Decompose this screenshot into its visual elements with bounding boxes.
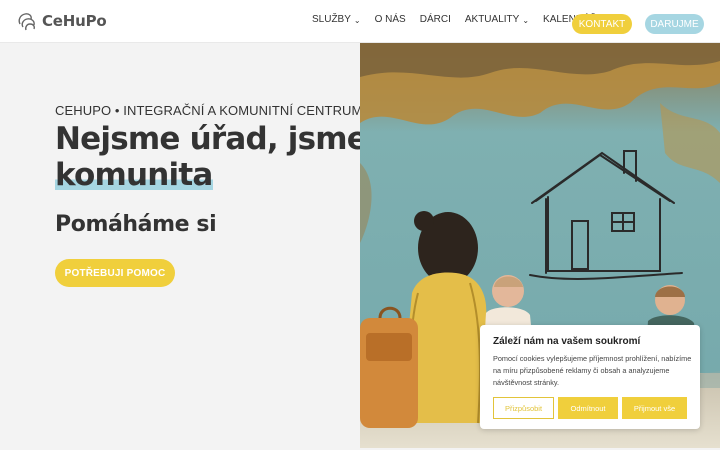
hero-tagline: Pomáháme si: [55, 212, 217, 237]
nav-item-o-nas[interactable]: O NÁS: [375, 14, 406, 25]
hands-logo-icon: [18, 13, 35, 31]
contact-button[interactable]: KONTAKT: [572, 14, 632, 34]
chevron-down-icon: ⌄: [353, 16, 361, 25]
headline-line-1: Nejsme úřad, jsme: [55, 121, 368, 157]
donate-button[interactable]: DARUJME: [645, 14, 704, 34]
site-header: CeHuPo SLUŽBY ⌄ O NÁS DÁRCI AKTUALITY ⌄ …: [0, 0, 720, 43]
need-help-button[interactable]: POTŘEBUJI POMOC: [55, 259, 175, 287]
accept-all-cookies-button[interactable]: Přijmout vše: [622, 397, 687, 419]
cookie-consent-banner: Záleží nám na vašem soukromí Pomocí cook…: [480, 325, 700, 429]
nav-item-sluzby[interactable]: SLUŽBY ⌄: [312, 14, 361, 25]
chevron-down-icon: ⌄: [522, 16, 530, 25]
hero-headline: Nejsme úřad, jsme komunita: [55, 121, 368, 193]
main-nav: SLUŽBY ⌄ O NÁS DÁRCI AKTUALITY ⌄ KALENDÁ…: [312, 14, 611, 25]
nav-item-aktuality[interactable]: AKTUALITY ⌄: [465, 14, 529, 25]
nav-item-label: SLUŽBY: [312, 14, 351, 25]
nav-item-label: O NÁS: [374, 14, 406, 25]
customize-cookies-button[interactable]: Přizpůsobit: [493, 397, 554, 419]
deny-cookies-button[interactable]: Odmítnout: [558, 397, 618, 419]
nav-item-label: AKTUALITY: [464, 14, 520, 25]
logo[interactable]: CeHuPo: [16, 10, 107, 32]
nav-item-darci[interactable]: DÁRCI: [420, 14, 451, 25]
cookie-title: Záleží nám na vašem soukromí: [493, 336, 641, 347]
nav-item-label: DÁRCI: [419, 14, 451, 25]
logo-text: CeHuPo: [42, 12, 107, 30]
headline-highlight: komunita: [55, 157, 213, 193]
hero-subtitle: CEHUPO • INTEGRAČNÍ A KOMUNITNÍ CENTRUM: [55, 103, 363, 118]
cookie-text: Pomocí cookies vylepšujeme příjemnost pr…: [493, 354, 692, 387]
